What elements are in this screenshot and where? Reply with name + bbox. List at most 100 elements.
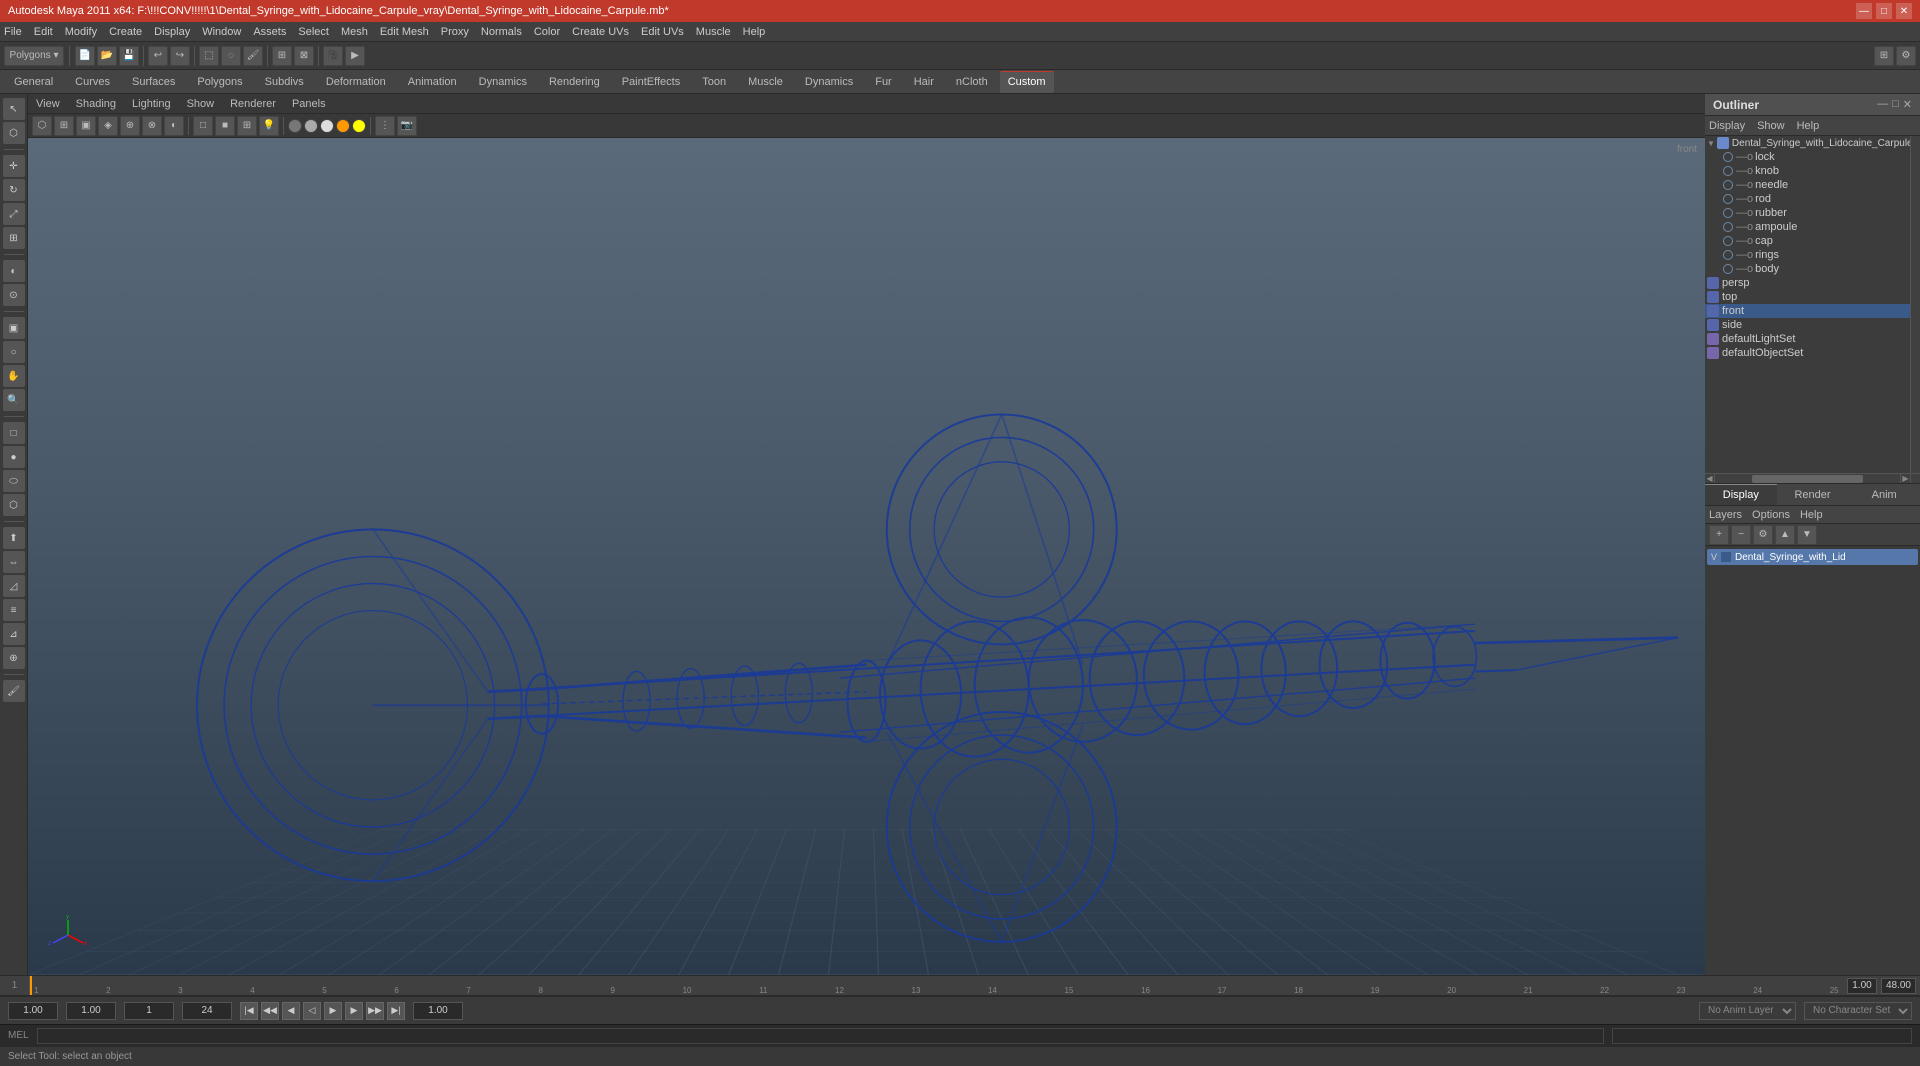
menu-create-uvs[interactable]: Create UVs: [572, 26, 629, 38]
tool-new[interactable]: 📄: [75, 46, 95, 66]
tool-soft-select[interactable]: ◐: [3, 260, 25, 282]
btn-next-frame[interactable]: ▶: [345, 1002, 363, 1020]
tab-fur[interactable]: Fur: [865, 71, 902, 93]
menu-edit-mesh[interactable]: Edit Mesh: [380, 26, 429, 38]
layer-move-up[interactable]: ▲: [1775, 525, 1795, 545]
tree-item-defaultlightset[interactable]: defaultLightSet: [1705, 332, 1910, 346]
layer-new[interactable]: +: [1709, 525, 1729, 545]
btn-next-key[interactable]: ▶▶: [366, 1002, 384, 1020]
menu-edit[interactable]: Edit: [34, 26, 53, 38]
tool-extrude[interactable]: ⬆: [3, 527, 25, 549]
vp-shading-solid[interactable]: ■: [215, 116, 235, 136]
menu-proxy[interactable]: Proxy: [441, 26, 469, 38]
tree-item-needle[interactable]: —o needle: [1721, 178, 1910, 192]
layer-item-dental[interactable]: V Dental_Syringe_with_Lid: [1707, 549, 1918, 565]
tool-region[interactable]: ▣: [3, 317, 25, 339]
tree-item-cap[interactable]: —o cap: [1721, 234, 1910, 248]
viewport-menu-lighting[interactable]: Lighting: [132, 98, 171, 110]
playback-start-field[interactable]: 1.00: [413, 1002, 463, 1020]
tool-layout[interactable]: ⊞: [1874, 46, 1894, 66]
tool-camera[interactable]: 🎥: [323, 46, 343, 66]
btn-goto-start[interactable]: |◀: [240, 1002, 258, 1020]
outliner-hscrollbar[interactable]: [1715, 473, 1900, 483]
vp-tool-1[interactable]: ⬡: [32, 116, 52, 136]
tool-render[interactable]: ▶: [345, 46, 365, 66]
layer-visibility-v[interactable]: V: [1711, 552, 1717, 562]
tab-muscle[interactable]: Muscle: [738, 71, 793, 93]
vp-tool-2[interactable]: ⊞: [54, 116, 74, 136]
tool-paint[interactable]: 🖌: [243, 46, 263, 66]
maximize-button[interactable]: □: [1876, 3, 1892, 19]
vp-tool-3[interactable]: ▣: [76, 116, 96, 136]
current-frame-field[interactable]: 1.00: [8, 1002, 58, 1020]
outliner-vscrollbar[interactable]: [1910, 136, 1920, 473]
tool-rotate[interactable]: ↻: [3, 179, 25, 201]
vp-grid[interactable]: ⋮: [375, 116, 395, 136]
tab-dynamics[interactable]: Dynamics: [469, 71, 537, 93]
tree-item-defaultobjectset[interactable]: defaultObjectSet: [1705, 346, 1910, 360]
outliner-menu-show[interactable]: Show: [1757, 120, 1785, 132]
menu-normals[interactable]: Normals: [481, 26, 522, 38]
tab-dynamics2[interactable]: Dynamics: [795, 71, 863, 93]
btn-play-fwd[interactable]: ▶: [324, 1002, 342, 1020]
vp-tool-5[interactable]: ⊕: [120, 116, 140, 136]
tool-move[interactable]: ✛: [3, 155, 25, 177]
outliner-scroll-left[interactable]: ◀: [1705, 473, 1715, 483]
vp-tool-4[interactable]: ◈: [98, 116, 118, 136]
menu-modify[interactable]: Modify: [65, 26, 97, 38]
command-input[interactable]: [37, 1028, 1604, 1044]
viewport-canvas[interactable]: x z y front: [28, 138, 1705, 975]
tool-bevel[interactable]: ◿: [3, 575, 25, 597]
tree-item-lock[interactable]: —o lock: [1721, 150, 1910, 164]
close-button[interactable]: ✕: [1896, 3, 1912, 19]
tab-ncloth[interactable]: nCloth: [946, 71, 998, 93]
vp-color2[interactable]: [304, 119, 318, 133]
tab-custom[interactable]: Custom: [1000, 71, 1054, 93]
layer-delete[interactable]: −: [1731, 525, 1751, 545]
tab-animation[interactable]: Animation: [398, 71, 467, 93]
menu-display[interactable]: Display: [154, 26, 190, 38]
tool-polygon-cube[interactable]: □: [3, 422, 25, 444]
polygon-mode-selector[interactable]: Polygons ▾: [4, 46, 64, 66]
tool-open[interactable]: 📂: [97, 46, 117, 66]
menu-color[interactable]: Color: [534, 26, 560, 38]
tool-show-manip[interactable]: ⊙: [3, 284, 25, 306]
layer-options[interactable]: ⚙: [1753, 525, 1773, 545]
anim-layer-select[interactable]: No Anim Layer: [1699, 1002, 1796, 1020]
menu-assets[interactable]: Assets: [253, 26, 286, 38]
range-end-field[interactable]: 48.00: [1881, 978, 1916, 994]
vp-shading-texture[interactable]: ⊞: [237, 116, 257, 136]
tool-select[interactable]: ⬚: [199, 46, 219, 66]
viewport-menu-shading[interactable]: Shading: [76, 98, 116, 110]
frame-min-field[interactable]: 1: [124, 1002, 174, 1020]
tab-hair[interactable]: Hair: [904, 71, 944, 93]
tree-item-rings[interactable]: —o rings: [1721, 248, 1910, 262]
tab-curves[interactable]: Curves: [65, 71, 120, 93]
outliner-max-icon[interactable]: □: [1892, 98, 1899, 111]
tab-deformation[interactable]: Deformation: [316, 71, 396, 93]
menu-create[interactable]: Create: [109, 26, 142, 38]
tool-split-poly[interactable]: ⊿: [3, 623, 25, 645]
ruler-track[interactable]: 12345678910 11121314151617181920 2122232…: [30, 976, 1843, 995]
tool-transform[interactable]: ⊞: [3, 227, 25, 249]
outliner-scroll-right[interactable]: ▶: [1900, 473, 1910, 483]
vp-shading-lights[interactable]: 💡: [259, 116, 279, 136]
tab-anim[interactable]: Anim: [1848, 484, 1920, 505]
menu-help[interactable]: Help: [743, 26, 766, 38]
outliner-menu-help[interactable]: Help: [1797, 120, 1820, 132]
vp-camera[interactable]: 📷: [397, 116, 417, 136]
menu-mesh[interactable]: Mesh: [341, 26, 368, 38]
tab-render[interactable]: Render: [1777, 484, 1849, 505]
vp-color1[interactable]: [288, 119, 302, 133]
tab-toon[interactable]: Toon: [692, 71, 736, 93]
tree-item-rubber[interactable]: —o rubber: [1721, 206, 1910, 220]
tab-subdivs[interactable]: Subdivs: [255, 71, 314, 93]
tool-insert-loop[interactable]: ≡: [3, 599, 25, 621]
tab-polygons[interactable]: Polygons: [187, 71, 252, 93]
tree-item-root[interactable]: ▼ Dental_Syringe_with_Lidocaine_Carpule: [1705, 136, 1910, 150]
tree-item-top[interactable]: top: [1705, 290, 1910, 304]
tool-settings[interactable]: ⚙: [1896, 46, 1916, 66]
character-set-select[interactable]: No Character Set: [1804, 1002, 1912, 1020]
btn-play-back[interactable]: ◁: [303, 1002, 321, 1020]
outliner-menu-display[interactable]: Display: [1709, 120, 1745, 132]
